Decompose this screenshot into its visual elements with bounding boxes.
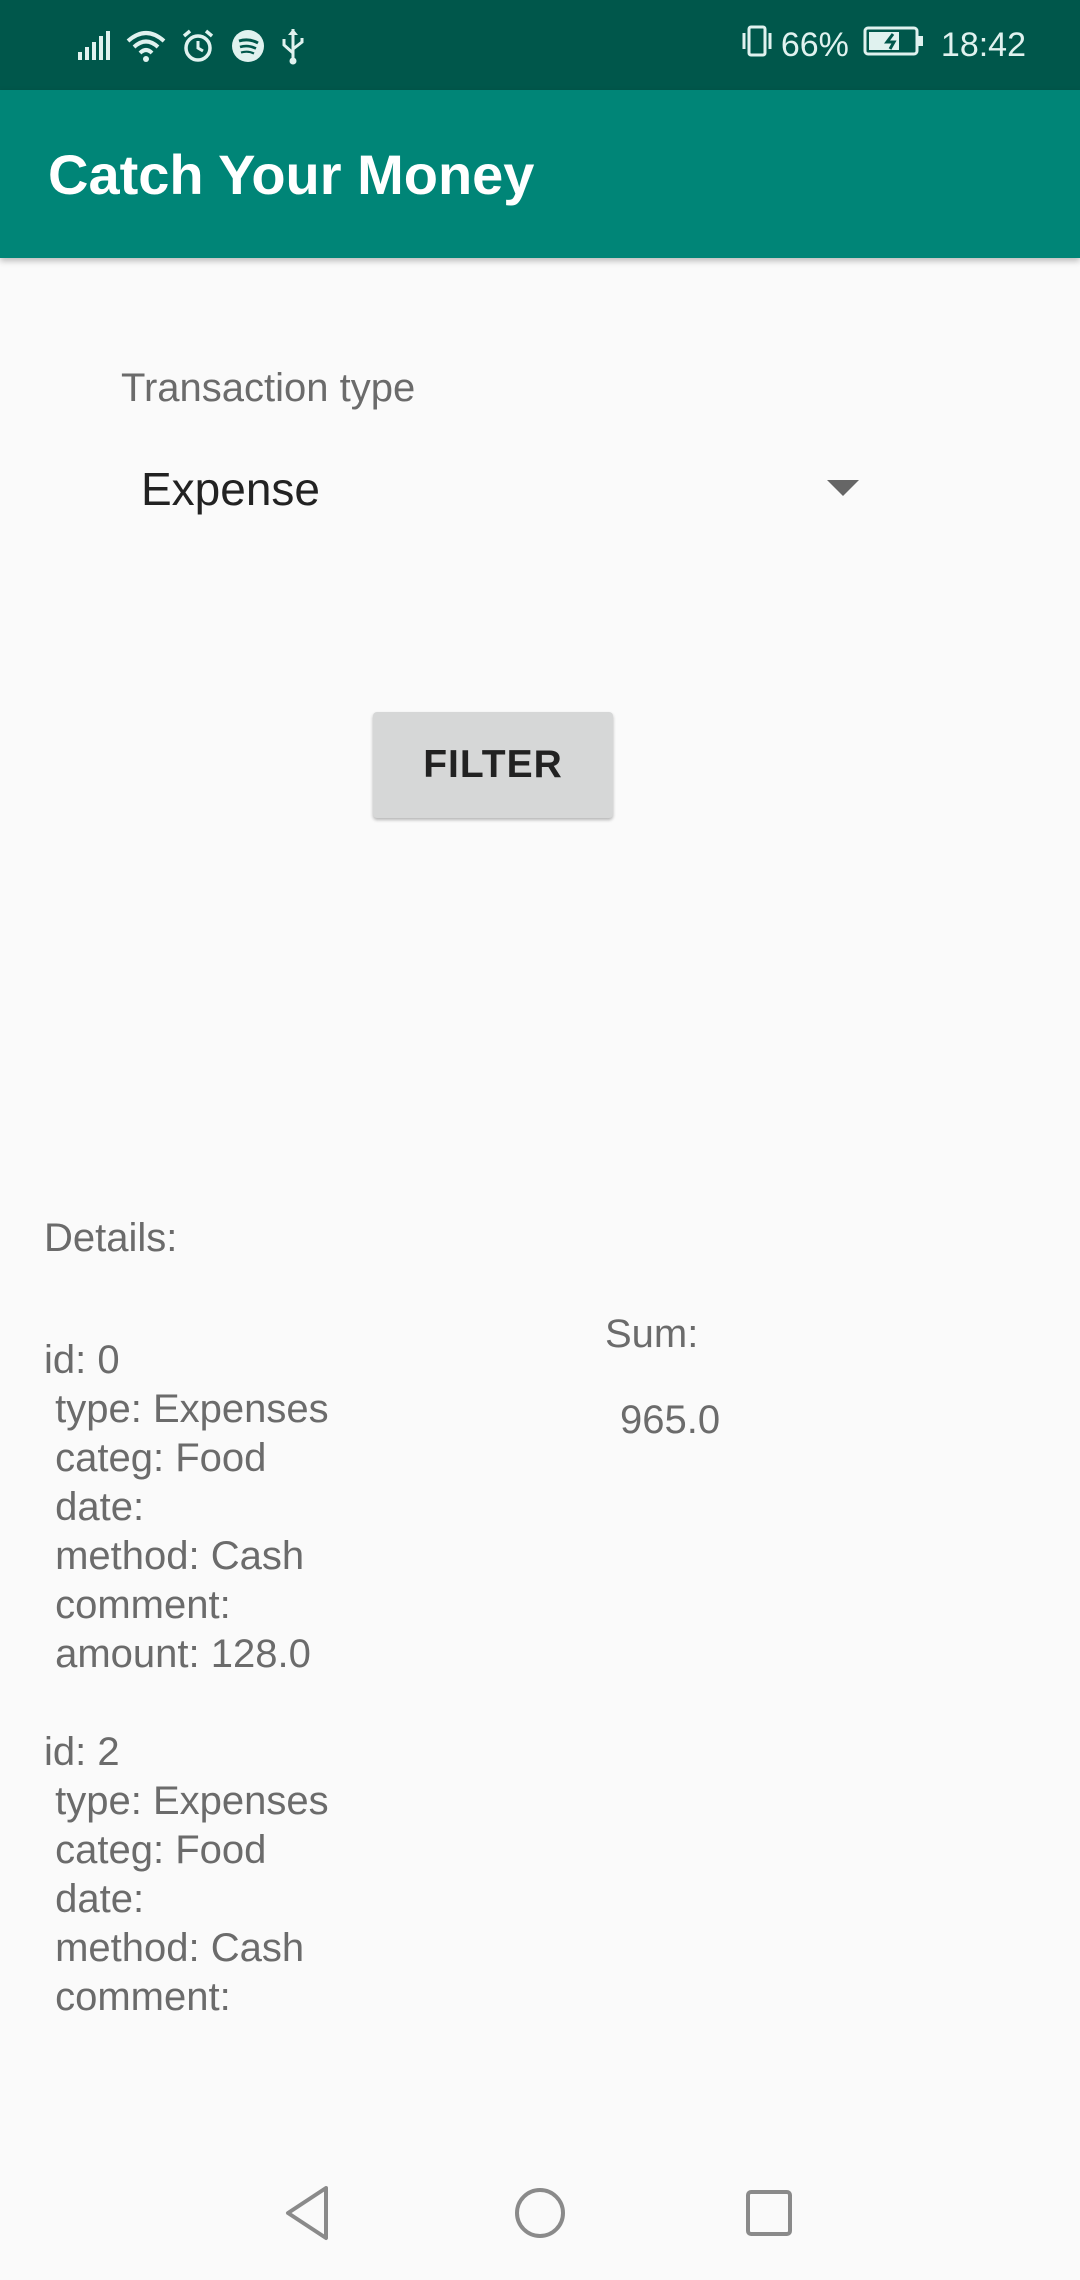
details-list: id: 0 type: Expenses categ: Food date: m… [44, 1336, 544, 2071]
dropdown-arrow-icon [827, 480, 859, 496]
record-method: method: Cash [44, 1926, 305, 1970]
status-icons-left [76, 24, 306, 68]
back-icon [286, 2186, 328, 2240]
battery-icon [863, 25, 925, 66]
record-comment: comment: [44, 1583, 242, 1627]
record-date: date: [44, 1485, 156, 1529]
usb-icon [280, 27, 306, 65]
record-comment: comment: [44, 1975, 242, 2019]
record-type: type: Expenses [44, 1387, 329, 1431]
transaction-type-label: Transaction type [121, 366, 416, 410]
vibrate-icon [739, 23, 775, 68]
navigation-bar [0, 2146, 1080, 2280]
list-item: id: 2 type: Expenses categ: Food date: m… [44, 1728, 544, 2022]
list-item: id: 0 type: Expenses categ: Food date: m… [44, 1336, 544, 1679]
battery-percent: 66% [780, 25, 849, 64]
record-date: date: [44, 1877, 156, 1921]
filter-button[interactable]: FILTER [373, 712, 613, 818]
status-icons-right: 66% 18:42 [739, 22, 1026, 68]
status-time: 18:42 [940, 25, 1026, 64]
home-button[interactable] [505, 2178, 575, 2248]
back-button[interactable] [274, 2178, 344, 2248]
recents-button[interactable] [734, 2178, 804, 2248]
app-title: Catch Your Money [48, 143, 535, 206]
home-icon [515, 2188, 565, 2238]
record-type: type: Expenses [44, 1779, 329, 1823]
alarm-icon [180, 28, 216, 64]
app-bar: Catch Your Money [0, 90, 1080, 258]
record-id: id: 0 [44, 1338, 120, 1382]
spinner-selected-value: Expense [141, 463, 321, 515]
wifi-icon [126, 29, 166, 63]
record-id: id: 2 [44, 1730, 120, 1774]
spotify-icon [230, 28, 266, 64]
recents-icon [746, 2190, 792, 2236]
signal-icon [76, 30, 112, 62]
record-category: categ: Food [44, 1436, 267, 1480]
status-bar: 66% 18:42 [0, 0, 1080, 90]
record-category: categ: Food [44, 1828, 267, 1872]
record-amount: amount: 128.0 [44, 1632, 311, 1676]
sum-value: 965.0 [620, 1398, 721, 1442]
transaction-type-spinner[interactable]: Expense [121, 440, 877, 536]
details-label: Details: [44, 1216, 178, 1260]
sum-label: Sum: [605, 1312, 699, 1356]
record-method: method: Cash [44, 1534, 305, 1578]
